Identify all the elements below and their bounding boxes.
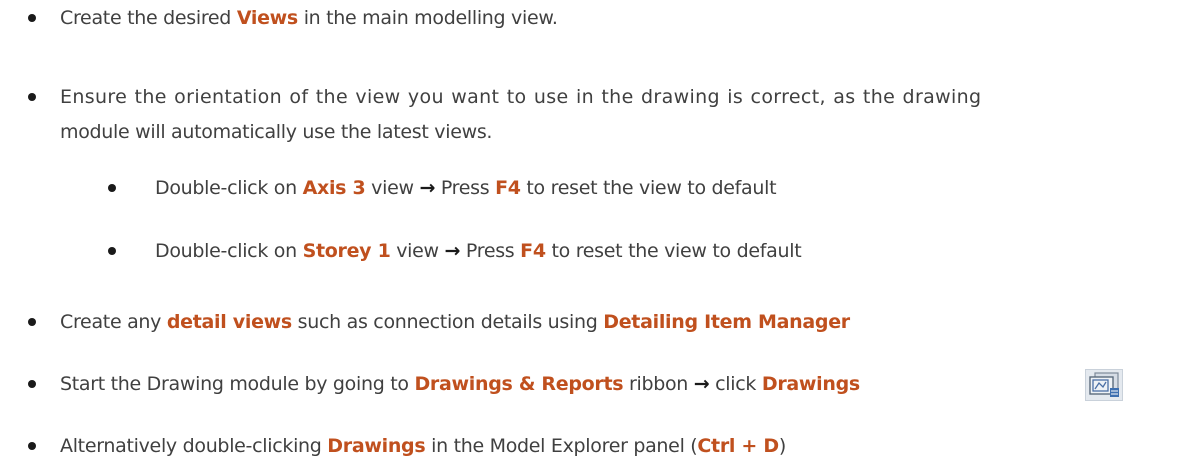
highlight-term: Axis 3: [302, 177, 366, 199]
list-item: Create any detail views such as connecti…: [60, 310, 850, 334]
highlight-term: Views: [236, 7, 298, 29]
arrow-icon: →: [419, 177, 436, 199]
text-run: Alternatively double-clicking: [60, 435, 328, 457]
text-run: Start the Drawing module by going to: [60, 373, 415, 395]
highlight-term: F4: [495, 177, 521, 199]
highlight-term: detail views: [166, 311, 292, 333]
list-item: Alternatively double-clicking Drawings i…: [60, 434, 786, 458]
text-run: view: [390, 240, 445, 262]
highlight-term: Ctrl + D: [697, 435, 779, 457]
highlight-term: Storey 1: [302, 240, 391, 262]
text-run: to reset the view to default: [545, 240, 802, 262]
bullet: [28, 318, 36, 326]
highlight-term: Detailing Item Manager: [603, 311, 850, 333]
text-run: Create the desired: [60, 7, 237, 29]
sub-bullet: [108, 184, 116, 192]
text-run: in the Model Explorer panel (: [425, 435, 698, 457]
text-run: such as connection details using: [291, 311, 604, 333]
text-run: module will automatically use the latest…: [60, 121, 493, 143]
arrow-icon: →: [693, 373, 710, 395]
text-run: Ensure the orientation of the view you w…: [60, 86, 982, 108]
text-run: Press: [460, 240, 521, 262]
highlight-term: F4: [520, 240, 546, 262]
sub-list-item: Double-click on Axis 3 view → Press F4 t…: [155, 176, 777, 200]
drawings-icon: [1085, 369, 1123, 401]
text-run: click: [709, 373, 762, 395]
text-run: Double-click on: [155, 240, 303, 262]
list-item: Ensure the orientation of the view you w…: [60, 85, 981, 109]
arrow-icon: →: [444, 240, 461, 262]
bullet: [28, 93, 36, 101]
text-run: ): [778, 435, 786, 457]
bullet: [28, 442, 36, 450]
highlight-term: Drawings: [327, 435, 426, 457]
bullet: [28, 380, 36, 388]
list-item: Start the Drawing module by going to Dra…: [60, 372, 860, 396]
highlight-term: Drawings & Reports: [414, 373, 624, 395]
text-run: in the main modelling view.: [297, 7, 558, 29]
document-page: Create the desired Views in the main mod…: [0, 0, 1183, 473]
highlight-term: Drawings: [761, 373, 860, 395]
text-run: Double-click on: [155, 177, 303, 199]
text-run: Create any: [60, 311, 167, 333]
bullet: [28, 14, 36, 22]
text-run: ribbon: [623, 373, 694, 395]
list-item: Create the desired Views in the main mod…: [60, 6, 558, 30]
sub-list-item: Double-click on Storey 1 view → Press F4…: [155, 239, 802, 263]
text-run: view: [365, 177, 420, 199]
list-item-continuation: module will automatically use the latest…: [60, 120, 492, 144]
text-run: to reset the view to default: [520, 177, 777, 199]
sub-bullet: [108, 247, 116, 255]
text-run: Press: [435, 177, 496, 199]
